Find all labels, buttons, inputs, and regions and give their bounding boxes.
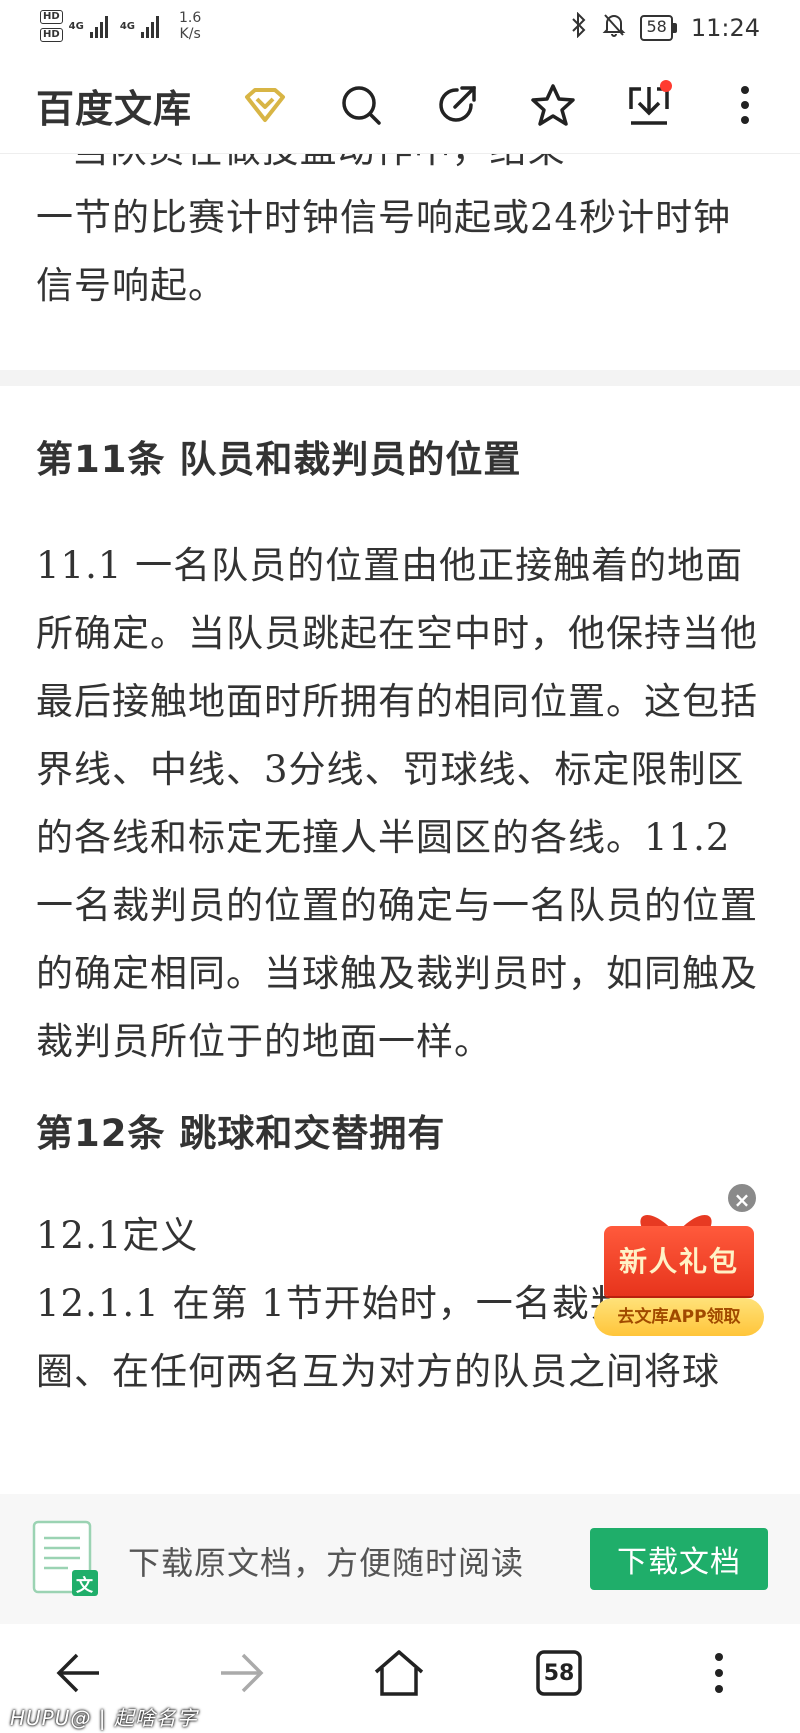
download-banner: 文 下载原文档，方便随时阅读 下载文档	[0, 1494, 800, 1624]
document-badge: 文	[76, 1576, 93, 1596]
clock: 11:24	[690, 14, 760, 42]
close-icon[interactable]: ×	[726, 1182, 758, 1214]
download-document-button[interactable]: 下载文档	[590, 1528, 768, 1590]
hd-badge-2: HD	[40, 28, 63, 42]
bluetooth-icon	[570, 11, 588, 44]
download-icon[interactable]	[622, 78, 676, 132]
menu-more-icon[interactable]	[684, 1638, 754, 1708]
section-12-title: 第12条 跳球和交替拥有	[36, 1112, 446, 1155]
section-11-title: 第11条 队员和裁判员的位置	[36, 438, 522, 481]
network-label-1: 4G	[68, 20, 84, 32]
watermark: HUPU@ | 起啥名字	[10, 1706, 198, 1730]
hd-badge: HD	[40, 10, 63, 24]
signal-icon-2	[141, 14, 160, 38]
brand-logo[interactable]: 百度文库	[36, 78, 192, 133]
section-11-body: 11.1 一名队员的位置由他正接触着的地面所确定。当队员跳起在空中时，他保持当他…	[36, 544, 758, 1063]
page-divider	[0, 370, 800, 386]
star-icon[interactable]	[526, 78, 580, 132]
signal-icon	[89, 14, 108, 38]
prev-paragraph-tail: 一节的比赛计时钟信号响起或24秒计时钟信号响起。	[36, 196, 732, 307]
app-header: 百度文库	[0, 56, 800, 154]
new-user-gift-popup[interactable]: 新人礼包 去文库APP领取 ×	[594, 1182, 764, 1342]
document-icon: 文	[32, 1520, 98, 1598]
tabs-button[interactable]: 58	[524, 1638, 594, 1708]
search-icon[interactable]	[334, 78, 388, 132]
battery-icon: 58	[640, 15, 677, 41]
download-hint: 下载原文档，方便随时阅读	[128, 1544, 525, 1582]
home-icon[interactable]	[364, 1638, 434, 1708]
notification-dot	[660, 80, 672, 92]
net-speed: 1.6 K/s	[179, 10, 202, 42]
forward-arrow-icon[interactable]	[206, 1638, 276, 1708]
cut-line: • 当队员在做投篮动作中，结束	[0, 154, 800, 184]
status-bar: HD HD 4G 4G 1.6 K/s 58 11:24	[0, 0, 800, 56]
share-icon[interactable]	[430, 78, 484, 132]
mute-bell-icon	[602, 12, 626, 44]
network-label-2: 4G	[119, 20, 136, 32]
gift-subtitle[interactable]: 去文库APP领取	[594, 1298, 764, 1336]
back-arrow-icon[interactable]	[44, 1638, 114, 1708]
gift-title: 新人礼包	[604, 1226, 754, 1296]
vip-diamond-icon[interactable]	[238, 78, 292, 132]
more-icon[interactable]	[718, 78, 772, 132]
